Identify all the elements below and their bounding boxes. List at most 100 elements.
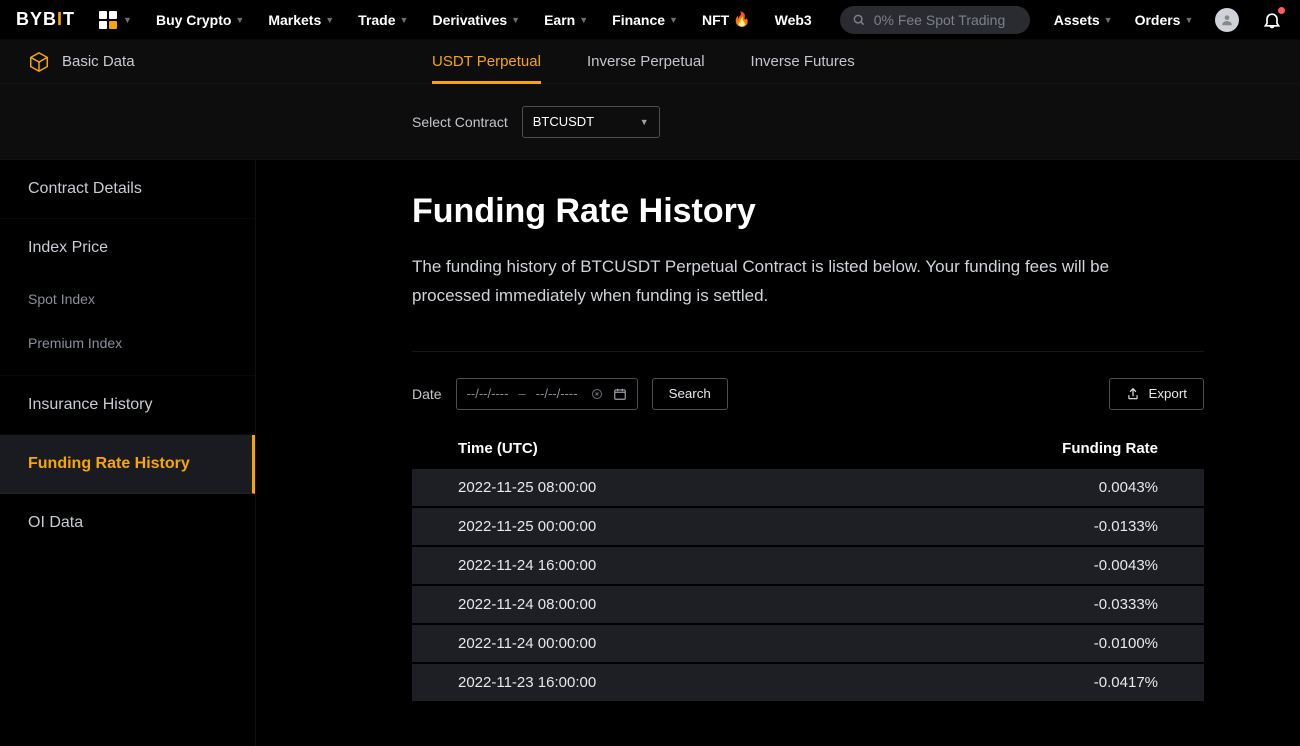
logo-part: BYB [16, 9, 57, 30]
cube-icon [28, 51, 50, 73]
tab-inverse-perpetual[interactable]: Inverse Perpetual [587, 40, 705, 84]
nav-nft[interactable]: NFT 🔥 [702, 11, 751, 28]
tab-usdt-perpetual[interactable]: USDT Perpetual [432, 40, 541, 84]
nav-label: Orders [1135, 12, 1181, 28]
notifications-button[interactable] [1261, 9, 1283, 31]
button-label: Search [669, 386, 711, 401]
table-body: 2022-11-25 08:00:000.0043%2022-11-25 00:… [412, 469, 1204, 701]
fire-icon: 🔥 [733, 11, 750, 28]
basic-data-label: Basic Data [62, 53, 135, 70]
table-header: Time (UTC) Funding Rate [412, 428, 1204, 469]
button-label: Export [1148, 386, 1187, 401]
sidebar-item-label: Index Price [28, 239, 108, 256]
table-row: 2022-11-23 16:00:00-0.0417% [412, 664, 1204, 701]
chevron-down-icon: ▼ [640, 117, 649, 127]
nav-primary-group: Buy Crypto▼ Markets▼ Trade▼ Derivatives▼… [156, 11, 812, 28]
chevron-down-icon: ▼ [511, 15, 520, 25]
sidebar-item-contract-details[interactable]: Contract Details [0, 160, 255, 219]
table-row: 2022-11-25 00:00:00-0.0133% [412, 508, 1204, 545]
chevron-down-icon: ▼ [1184, 15, 1193, 25]
close-icon[interactable] [591, 388, 603, 400]
chevron-down-icon: ▼ [669, 15, 678, 25]
contract-select-row: Select Contract BTCUSDT ▼ [0, 84, 1300, 160]
chevron-down-icon: ▼ [579, 15, 588, 25]
main-content: Funding Rate History The funding history… [256, 160, 1300, 746]
column-header-rate: Funding Rate [978, 440, 1158, 457]
nav-label: Assets [1054, 12, 1100, 28]
tab-label: Inverse Futures [751, 53, 855, 70]
tab-inverse-futures[interactable]: Inverse Futures [751, 40, 855, 84]
sidebar-item-oi-data[interactable]: OI Data [0, 494, 255, 552]
nav-label: Buy Crypto [156, 12, 231, 28]
nav-orders[interactable]: Orders▼ [1135, 12, 1194, 28]
sidebar-item-label: Funding Rate History [28, 455, 190, 472]
logo-part: T [63, 9, 75, 30]
contract-select-value: BTCUSDT [533, 114, 594, 129]
cell-time: 2022-11-24 00:00:00 [458, 635, 978, 652]
date-label: Date [412, 386, 442, 402]
cell-time: 2022-11-25 08:00:00 [458, 479, 978, 496]
user-icon [1220, 13, 1234, 27]
date-to-placeholder: --/--/---- [536, 386, 578, 401]
table-row: 2022-11-25 08:00:000.0043% [412, 469, 1204, 506]
cell-time: 2022-11-24 08:00:00 [458, 596, 978, 613]
sidebar: Contract Details Index Price Spot Index … [0, 160, 256, 746]
sidebar-item-label: Premium Index [28, 335, 122, 351]
search-placeholder: 0% Fee Spot Trading [874, 12, 1006, 28]
sidebar-item-label: Spot Index [28, 291, 95, 307]
cell-time: 2022-11-24 16:00:00 [458, 557, 978, 574]
nav-markets[interactable]: Markets▼ [268, 12, 334, 28]
cell-time: 2022-11-23 16:00:00 [458, 674, 978, 691]
date-from-placeholder: --/--/---- [467, 386, 509, 401]
sidebar-item-label: Insurance History [28, 396, 153, 413]
cell-rate: -0.0043% [978, 557, 1158, 574]
tab-label: USDT Perpetual [432, 53, 541, 70]
search-icon [852, 13, 866, 27]
nav-label: Trade [358, 12, 395, 28]
contract-select[interactable]: BTCUSDT ▼ [522, 106, 660, 138]
cell-rate: -0.0133% [978, 518, 1158, 535]
page-description: The funding history of BTCUSDT Perpetual… [412, 253, 1172, 311]
date-range-input[interactable]: --/--/---- – --/--/---- [456, 378, 638, 410]
apps-icon[interactable] [99, 11, 117, 29]
chevron-down-icon: ▼ [400, 15, 409, 25]
select-contract-label: Select Contract [412, 114, 508, 130]
nav-right-group: Assets▼ Orders▼ [1054, 8, 1300, 32]
notification-dot [1278, 7, 1285, 14]
tab-label: Inverse Perpetual [587, 53, 705, 70]
nav-buy-crypto[interactable]: Buy Crypto▼ [156, 12, 244, 28]
sub-nav: Basic Data USDT Perpetual Inverse Perpet… [0, 40, 1300, 84]
calendar-icon[interactable] [613, 387, 627, 401]
chevron-down-icon: ▼ [123, 15, 132, 25]
sidebar-item-label: OI Data [28, 514, 83, 531]
filter-row: Date --/--/---- – --/--/---- Search Expo… [412, 378, 1204, 410]
page-title: Funding Rate History [412, 192, 1204, 231]
nav-label: Earn [544, 12, 575, 28]
nav-derivatives[interactable]: Derivatives▼ [432, 12, 520, 28]
sidebar-item-spot-index[interactable]: Spot Index [0, 277, 255, 321]
cell-rate: -0.0100% [978, 635, 1158, 652]
sidebar-item-index-price[interactable]: Index Price [0, 219, 255, 277]
nav-trade[interactable]: Trade ▼ [358, 12, 408, 28]
search-input[interactable]: 0% Fee Spot Trading [840, 6, 1030, 34]
chevron-down-icon: ▼ [1104, 15, 1113, 25]
nav-label: Finance [612, 12, 665, 28]
funding-rate-table: Time (UTC) Funding Rate 2022-11-25 08:00… [412, 428, 1204, 701]
top-nav: BYBIT ▼ Buy Crypto▼ Markets▼ Trade▼ Deri… [0, 0, 1300, 40]
sidebar-item-insurance-history[interactable]: Insurance History [0, 376, 255, 435]
cell-time: 2022-11-25 00:00:00 [458, 518, 978, 535]
nav-web3[interactable]: Web3 [775, 12, 812, 28]
sidebar-item-premium-index[interactable]: Premium Index [0, 321, 255, 365]
logo[interactable]: BYBIT [16, 9, 75, 30]
nav-label: NFT [702, 12, 729, 28]
cell-rate: 0.0043% [978, 479, 1158, 496]
export-button[interactable]: Export [1109, 378, 1204, 410]
nav-finance[interactable]: Finance ▼ [612, 12, 678, 28]
nav-earn[interactable]: Earn ▼ [544, 12, 588, 28]
avatar[interactable] [1215, 8, 1239, 32]
nav-assets[interactable]: Assets ▼ [1054, 12, 1113, 28]
column-header-time: Time (UTC) [458, 440, 978, 457]
sidebar-group-index: Index Price Spot Index Premium Index [0, 219, 255, 376]
sidebar-item-funding-rate-history[interactable]: Funding Rate History [0, 435, 255, 494]
search-button[interactable]: Search [652, 378, 728, 410]
